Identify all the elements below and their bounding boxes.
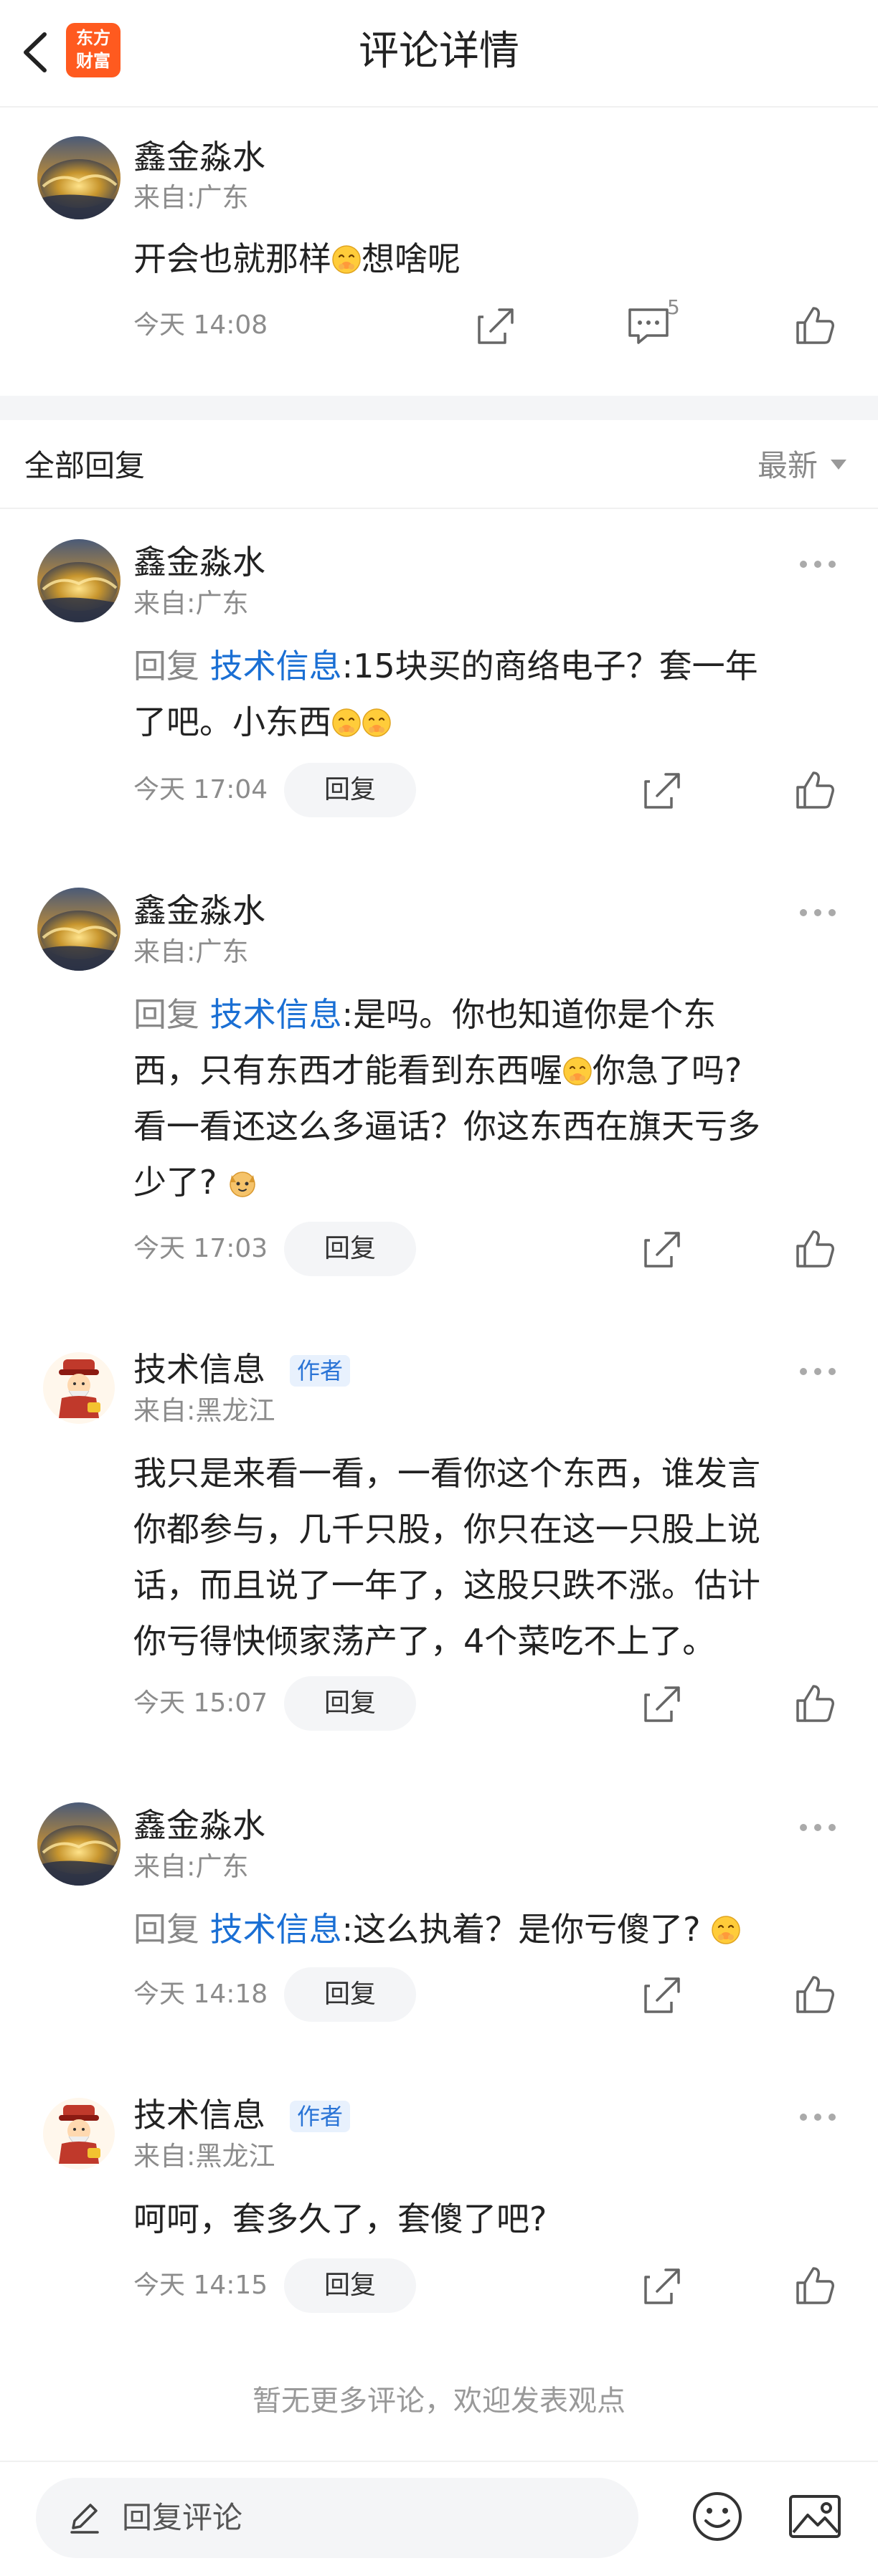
timestamp: 今天 15:07 [133, 1688, 268, 1718]
avatar[interactable] [37, 1802, 121, 1886]
like-icon[interactable] [792, 1681, 838, 1726]
location: 来自:广东 [133, 588, 249, 619]
share-icon[interactable] [640, 1681, 686, 1726]
username[interactable]: 技术信息 [133, 1349, 265, 1390]
more-icon[interactable] [798, 1817, 838, 1838]
reply-input[interactable]: 回复评论 [36, 2478, 638, 2558]
username[interactable]: 鑫金淼水 [133, 541, 265, 583]
share-icon[interactable] [640, 767, 686, 813]
reply-button[interactable]: 回复 [284, 763, 416, 817]
emoji-icon[interactable] [690, 2489, 745, 2544]
mention-link[interactable]: 技术信息 [210, 995, 342, 1034]
main-comment: 鑫金淼水 来自:广东 开会也就那样 想啥呢 今天 14:08 5 [0, 108, 878, 394]
comment-text-part: 了吧。小东西 [133, 703, 331, 741]
author-badge: 作者 [290, 2101, 351, 2132]
like-icon[interactable] [792, 303, 838, 348]
comment-text-part: 想啥呢 [362, 239, 461, 278]
comment-text-part: :是吗。你也知道你是个东 [341, 995, 717, 1034]
comment-text: 回复 技术信息:15块买的商络电子？套一年 了吧。小东西 [133, 638, 836, 750]
reply-button[interactable]: 回复 [284, 1967, 416, 2022]
username[interactable]: 鑫金淼水 [133, 1805, 265, 1846]
timestamp: 今天 14:18 [133, 1979, 268, 2009]
comment-text: 呵呵，套多久了，套傻了吧? [133, 2200, 547, 2238]
share-icon[interactable] [640, 2263, 686, 2309]
share-icon[interactable] [640, 1972, 686, 2017]
reply-button[interactable]: 回复 [284, 1676, 416, 1731]
comment-text: 回复 技术信息:是吗。你也知道你是个东 西，只有东西才能看到东西喔 你急了吗? 看… [133, 987, 836, 1210]
more-icon[interactable] [798, 1361, 838, 1382]
cover-mouth-emoji-icon [331, 708, 362, 738]
mention-link[interactable]: 技术信息 [210, 1910, 342, 1949]
cover-mouth-emoji-icon [331, 244, 362, 275]
caret-down-icon[interactable] [831, 460, 846, 470]
like-icon[interactable] [792, 767, 838, 813]
comment-text-part: 看一看还这么多逼话？你这东西在旗天亏多 [133, 1107, 760, 1146]
comment-text-part: 你都参与，几千只股，你只在这一只股上说 [133, 1510, 760, 1549]
comment-text-part: :这么执着？是你亏傻了? [341, 1910, 701, 1949]
more-icon[interactable] [798, 553, 838, 575]
timestamp: 今天 17:04 [133, 775, 268, 804]
more-icon[interactable] [798, 902, 838, 923]
comment-text-part: 西，只有东西才能看到东西喔 [133, 1051, 562, 1090]
more-icon[interactable] [798, 2106, 838, 2128]
avatar[interactable] [37, 888, 121, 971]
username[interactable]: 技术信息 [133, 2094, 265, 2136]
avatar[interactable] [37, 1346, 121, 1430]
username[interactable]: 鑫金淼水 [133, 890, 265, 931]
reply-button[interactable]: 回复 [284, 2258, 416, 2313]
comment-text: 我只是来看一看，一看你这个东西，谁发言 你都参与，几千只股，你只在这一只股上说 … [133, 1445, 836, 1669]
like-icon[interactable] [792, 1226, 838, 1272]
reply-prefix: 回复 [133, 995, 199, 1034]
no-more-comments-note: 暂无更多评论，欢迎发表观点 [252, 2385, 626, 2418]
comment-text-part: 你亏得快倾家荡产了，4个菜吃不上了。 [133, 1622, 716, 1660]
avatar[interactable] [37, 539, 121, 622]
location: 来自:黑龙江 [133, 2141, 275, 2172]
section-title: 全部回复 [24, 448, 146, 483]
dog-emoji-icon [230, 1171, 256, 1197]
reply-prefix: 回复 [133, 1910, 199, 1949]
comment-count: 5 [667, 295, 680, 319]
cover-mouth-emoji-icon [362, 708, 392, 738]
location: 来自:广东 [133, 182, 249, 213]
reply-input-placeholder: 回复评论 [122, 2500, 243, 2535]
comment-text: 回复 技术信息:这么执着？是你亏傻了? [133, 1901, 836, 1957]
timestamp: 今天 14:15 [133, 2271, 268, 2300]
location: 来自:黑龙江 [133, 1395, 275, 1426]
comment-text-part: 你急了吗? [593, 1051, 742, 1090]
reply-prefix: 回复 [133, 647, 199, 685]
location: 来自:广东 [133, 1851, 249, 1882]
share-icon[interactable] [473, 303, 519, 348]
pencil-icon [70, 2504, 99, 2534]
username[interactable]: 鑫金淼水 [133, 136, 265, 178]
author-badge: 作者 [290, 1355, 351, 1387]
cover-mouth-emoji-icon [712, 1915, 741, 1945]
avatar[interactable] [37, 2092, 121, 2175]
reply-button[interactable]: 回复 [284, 1222, 416, 1276]
mention-link[interactable]: 技术信息 [210, 647, 342, 685]
comment-text-part: 话，而且说了一年了，这股只跌不涨。估计 [133, 1566, 760, 1605]
like-icon[interactable] [792, 1972, 838, 2017]
comment-text-part: :15块买的商络电子？套一年 [341, 647, 758, 685]
top-bar: 东方 财富 评论详情 [0, 0, 878, 108]
like-icon[interactable] [792, 2263, 838, 2309]
comment-text: 开会也就那样 想啥呢 [133, 231, 836, 287]
comment-text-part: 我只是来看一看，一看你这个东西，谁发言 [133, 1454, 760, 1493]
timestamp: 今天 17:03 [133, 1234, 268, 1263]
sort-dropdown[interactable]: 最新 [757, 446, 818, 486]
section-divider [0, 396, 878, 420]
cover-mouth-emoji-icon [562, 1056, 593, 1086]
avatar[interactable] [37, 136, 121, 219]
image-icon[interactable] [786, 2489, 844, 2544]
timestamp: 今天 14:08 [133, 310, 268, 340]
replies-header: 全部回复 最新 [0, 420, 878, 509]
location: 来自:广东 [133, 936, 249, 967]
share-icon[interactable] [640, 1226, 686, 1272]
comment-icon[interactable] [626, 303, 671, 348]
page-title: 评论详情 [359, 28, 519, 75]
comment-text-part: 少了? [133, 1163, 217, 1202]
bottom-bar: 回复评论 [0, 2461, 878, 2576]
comment-text-part: 开会也就那样 [133, 239, 331, 278]
